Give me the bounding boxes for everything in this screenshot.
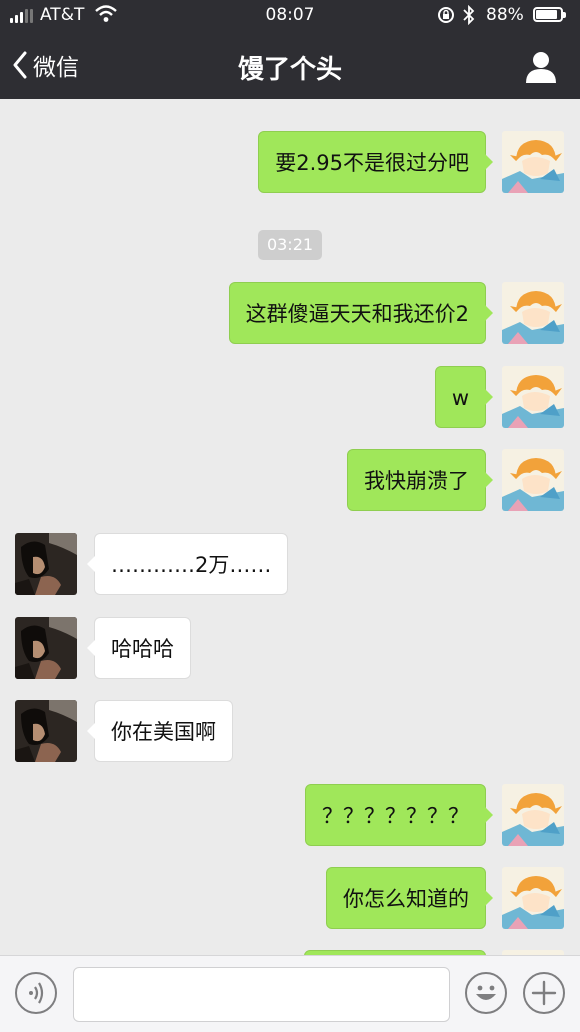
plus-icon bbox=[525, 980, 563, 1016]
message-bubble-outgoing[interactable]: 你怎么知道的 bbox=[326, 867, 493, 929]
battery-icon bbox=[533, 7, 566, 22]
my-avatar[interactable] bbox=[502, 282, 564, 344]
message-bubble-outgoing[interactable]: 我快崩溃了 bbox=[347, 449, 493, 511]
message-row: 要2.95不是很过分吧 bbox=[0, 131, 580, 195]
nav-bar: 微信 馒了个头 bbox=[0, 32, 580, 99]
contact-avatar[interactable] bbox=[15, 533, 77, 595]
message-row: 我快崩溃了 bbox=[0, 449, 580, 513]
message-row: ？？？？？？？ bbox=[0, 784, 580, 848]
message-row: 你在美国啊 bbox=[0, 700, 580, 764]
message-timestamp: 03:21 bbox=[258, 230, 322, 260]
message-bubble-outgoing[interactable]: w bbox=[434, 366, 494, 428]
message-bubble-incoming[interactable]: 哈哈哈 bbox=[87, 617, 191, 679]
my-avatar[interactable] bbox=[502, 366, 564, 428]
top-bar: AT&T 08:07 88% 微信 馒了个头 bbox=[0, 0, 580, 99]
more-button[interactable] bbox=[523, 972, 565, 1014]
my-avatar[interactable] bbox=[502, 449, 564, 511]
message-row: 这群傻逼天天和我还价2 bbox=[0, 282, 580, 346]
battery-percent: 88% bbox=[486, 5, 524, 25]
my-avatar[interactable] bbox=[502, 784, 564, 846]
message-bubble-incoming[interactable]: …………2万…… bbox=[86, 533, 289, 595]
voice-icon bbox=[17, 982, 55, 1016]
message-row: w bbox=[0, 366, 580, 430]
message-bubble-outgoing[interactable]: ？？？？？？？ bbox=[305, 784, 493, 846]
message-input[interactable] bbox=[73, 967, 450, 1022]
message-bubble-outgoing[interactable]: 要2.95不是很过分吧 bbox=[258, 131, 493, 193]
message-bubble-outgoing[interactable]: 这群傻逼天天和我还价2 bbox=[228, 282, 494, 344]
my-avatar[interactable] bbox=[502, 131, 564, 193]
rotation-lock-icon bbox=[437, 6, 455, 29]
status-bar: AT&T 08:07 88% bbox=[0, 0, 580, 32]
message-bubble-incoming[interactable]: 你在美国啊 bbox=[87, 700, 233, 762]
input-bar bbox=[0, 955, 580, 1032]
message-row: 哈哈哈 bbox=[0, 617, 580, 681]
message-row: …………2万…… bbox=[0, 533, 580, 597]
message-row: 你怎么知道的 bbox=[0, 867, 580, 931]
emoji-icon bbox=[467, 985, 505, 1016]
contact-avatar[interactable] bbox=[15, 700, 77, 762]
chat-area[interactable]: 要2.95不是很过分吧 03:21 这群傻逼天天和我还价2 w 我快崩溃了 ……… bbox=[0, 99, 580, 955]
person-icon bbox=[524, 52, 558, 88]
contact-avatar[interactable] bbox=[15, 617, 77, 679]
my-avatar[interactable] bbox=[502, 867, 564, 929]
chat-info-button[interactable] bbox=[524, 50, 558, 84]
bluetooth-icon bbox=[462, 4, 476, 30]
voice-button[interactable] bbox=[15, 972, 57, 1014]
chat-title: 馒了个头 bbox=[237, 55, 342, 85]
emoji-button[interactable] bbox=[465, 972, 507, 1014]
